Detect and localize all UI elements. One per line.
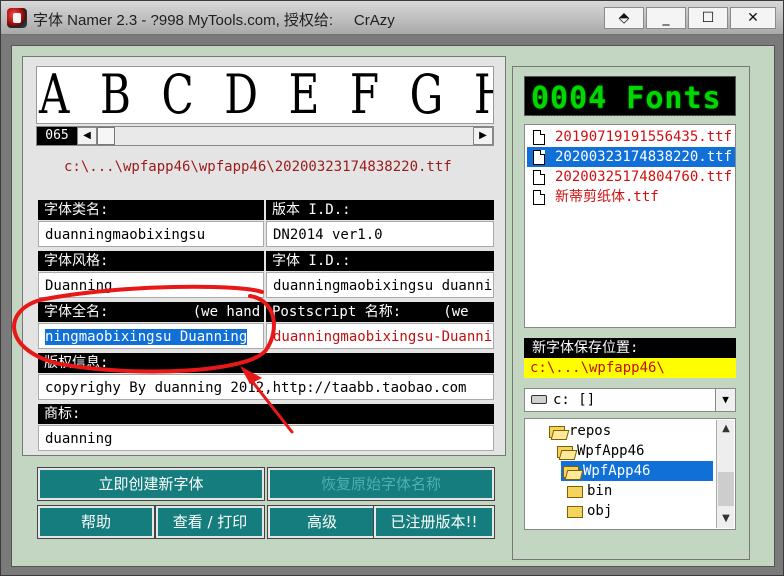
folder-icon xyxy=(567,486,583,498)
family-name-field[interactable]: duanningmaobixingsu xyxy=(38,221,264,247)
create-font-button[interactable]: 立即创建新字体 xyxy=(37,467,265,501)
preview-sample-text: A B C D E F G H I J xyxy=(39,66,493,124)
font-style-field[interactable]: Duanning xyxy=(38,272,264,298)
font-count-display: 0004 Fonts xyxy=(524,76,736,116)
folder-open-icon xyxy=(563,466,579,478)
scroll-thumb[interactable] xyxy=(97,127,115,145)
scroll-thumb[interactable] xyxy=(718,472,734,506)
font-list-item[interactable]: 20200325174804760.ttf xyxy=(527,167,735,187)
full-name-label: 字体全名: (we hand xyxy=(38,302,264,322)
dir-item-wpfapp46[interactable]: WpfApp46 xyxy=(555,441,644,461)
file-icon xyxy=(533,190,545,205)
file-icon xyxy=(533,150,545,165)
trademark-field[interactable]: duanning xyxy=(38,425,494,451)
font-id-field[interactable]: duanningmaobixingsu duanni xyxy=(266,272,494,298)
drive-select[interactable]: c: [] ▼ xyxy=(524,388,736,412)
trademark-label: 商标: xyxy=(38,404,494,424)
glyph-preview: A B C D E F G H I J xyxy=(36,66,494,124)
close-button[interactable]: ✕ xyxy=(730,7,776,29)
file-icon xyxy=(533,130,545,145)
version-id-label: 版本 I.D.: xyxy=(266,200,494,220)
glyph-scrollbar[interactable]: 065 ◀ ▶ xyxy=(36,126,494,146)
directory-scrollbar[interactable]: ▲ ▼ xyxy=(716,420,734,528)
file-icon xyxy=(533,170,545,185)
font-list-item[interactable]: 20190719191556435.ttf xyxy=(527,127,735,147)
dir-item-repos[interactable]: repos xyxy=(547,421,611,441)
glyph-code: 065 xyxy=(37,127,77,145)
registered-button[interactable]: 已注册版本!! xyxy=(373,505,495,539)
font-list-item-selected[interactable]: 20200323174838220.ttf xyxy=(527,147,735,167)
window-title: 字体 Namer 2.3 - ?998 MyTools.com, 授权给: Cr… xyxy=(33,12,395,29)
restore-name-button[interactable]: 恢复原始字体名称 xyxy=(267,467,495,501)
chevron-down-icon[interactable]: ▼ xyxy=(715,389,735,411)
scroll-up-icon[interactable]: ▲ xyxy=(717,420,735,438)
dir-item-wpfapp46-selected[interactable]: WpfApp46 xyxy=(561,461,713,481)
full-name-field[interactable]: ningmaobixingsu Duanning xyxy=(38,323,264,349)
dir-item-obj[interactable]: obj xyxy=(565,501,612,521)
advanced-button[interactable]: 高级 xyxy=(267,505,377,539)
family-name-label: 字体类名: xyxy=(38,200,264,220)
scroll-down-icon[interactable]: ▼ xyxy=(717,510,735,528)
folder-icon xyxy=(567,506,583,518)
title-bar[interactable]: 字体 Namer 2.3 - ?998 MyTools.com, 授权给: Cr… xyxy=(1,1,783,35)
font-list-item[interactable]: 新蒂剪纸体.ttf xyxy=(527,187,735,207)
shade-button[interactable]: ⬘ xyxy=(604,7,644,29)
scroll-right-icon[interactable]: ▶ xyxy=(473,127,493,145)
copyright-label: 版权信息: xyxy=(38,353,494,373)
font-id-label: 字体 I.D.: xyxy=(266,251,494,271)
drive-value: c: [] xyxy=(553,392,596,408)
font-style-label: 字体风格: xyxy=(38,251,264,271)
save-location-path: c:\...\wpfapp46\ xyxy=(524,358,736,378)
app-icon[interactable] xyxy=(7,8,27,28)
postscript-name-field[interactable]: duanningmaobixingsu-Duanni xyxy=(266,323,494,349)
scroll-left-icon[interactable]: ◀ xyxy=(77,127,97,145)
folder-open-icon xyxy=(557,446,573,458)
version-id-field[interactable]: DN2014 ver1.0 xyxy=(266,221,494,247)
help-button[interactable]: 帮助 xyxy=(37,505,155,539)
folder-open-icon xyxy=(549,426,565,438)
font-count-text: 0004 Fonts xyxy=(531,81,722,116)
minimize-button[interactable]: _ xyxy=(646,7,686,29)
current-file-path: c:\...\wpfapp46\wpfapp46\202003231748382… xyxy=(36,150,494,186)
drive-icon xyxy=(531,395,547,404)
font-file-list[interactable]: 20190719191556435.ttf 20200323174838220.… xyxy=(524,124,736,328)
maximize-button[interactable]: ☐ xyxy=(688,7,728,29)
directory-tree[interactable]: repos WpfApp46 WpfApp46 bin obj xyxy=(524,418,736,530)
full-name-selected-text: ningmaobixingsu Duanning xyxy=(45,329,248,345)
copyright-field[interactable]: copyrighy By duanning 2012,http://taabb.… xyxy=(38,374,494,400)
dir-item-bin[interactable]: bin xyxy=(565,481,612,501)
postscript-name-label: Postscript 名称: (we xyxy=(266,302,494,322)
save-location-label: 新字体保存位置: xyxy=(524,338,736,358)
view-print-button[interactable]: 查看 / 打印 xyxy=(155,505,265,539)
